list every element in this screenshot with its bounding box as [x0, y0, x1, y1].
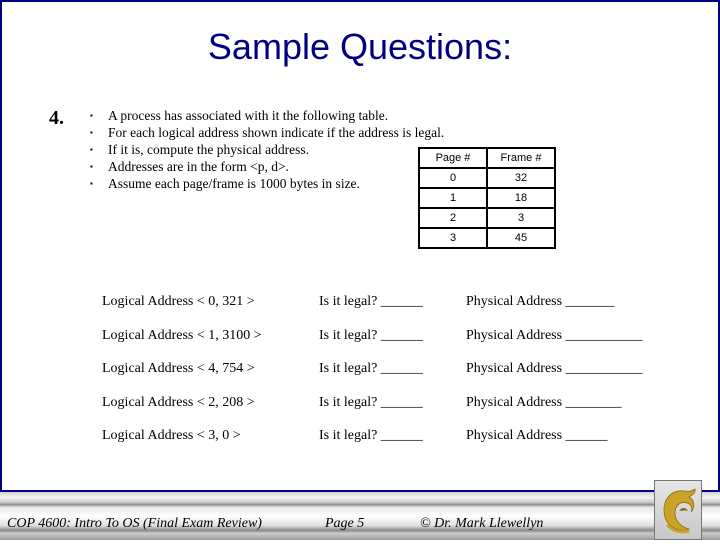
bullet-item: Addresses are in the form <p, d>. [90, 158, 444, 175]
physical-address-blank: Physical Address _______ [466, 294, 615, 309]
bullet-list: A process has associated with it the fol… [90, 107, 444, 192]
footer-course: COP 4600: Intro To OS (Final Exam Review… [7, 516, 262, 531]
header-page: Page # [418, 147, 488, 169]
legal-blank: Is it legal? ______ [319, 294, 423, 309]
header-frame: Frame # [486, 147, 556, 169]
table-row: 2 3 [418, 207, 556, 229]
table-row: 1 18 [418, 187, 556, 209]
logical-address: Logical Address < 4, 754 > [102, 361, 255, 377]
bullet-item: For each logical address shown indicate … [90, 124, 444, 141]
legal-blank: Is it legal? ______ [319, 428, 423, 444]
logical-address: Logical Address < 3, 0 > [102, 428, 241, 444]
logical-address: Logical Address < 0, 321 > [102, 294, 255, 309]
physical-address-blank: Physical Address ___________ [466, 327, 643, 343]
physical-address-blank: Physical Address ___________ [466, 361, 643, 377]
footer-author: © Dr. Mark Llewellyn [420, 516, 544, 531]
page-cell: 1 [418, 187, 488, 209]
bullet-item: If it is, compute the physical address. [90, 141, 444, 158]
page-cell: 0 [418, 167, 488, 189]
legal-blank: Is it legal? ______ [319, 327, 423, 343]
legal-blank: Is it legal? ______ [319, 361, 423, 377]
question-number: 4. [49, 107, 64, 129]
ucf-pegasus-logo-icon [654, 480, 702, 540]
slide-title: Sample Questions: [207, 26, 513, 67]
pegasus-logo-graphic [663, 488, 696, 534]
logical-address: Logical Address < 1, 3100 > [102, 327, 262, 343]
page-cell: 2 [418, 207, 488, 229]
physical-address-blank: Physical Address ______ [466, 428, 608, 444]
table-row: 3 45 [418, 227, 556, 249]
bullet-item: A process has associated with it the fol… [90, 107, 444, 124]
legal-blank: Is it legal? ______ [319, 394, 423, 410]
page-table-header: Page # Frame # [418, 147, 556, 169]
page-table: Page # Frame # 0 32 1 18 2 3 3 45 [418, 147, 556, 249]
frame-cell: 45 [486, 227, 556, 249]
table-row: 0 32 [418, 167, 556, 189]
logical-address: Logical Address < 2, 208 > [102, 394, 255, 410]
bullet-item: Assume each page/frame is 1000 bytes in … [90, 175, 444, 192]
slide-frame [0, 0, 720, 490]
page-cell: 3 [418, 227, 488, 249]
footer-page: Page 5 [325, 516, 365, 531]
frame-cell: 3 [486, 207, 556, 229]
frame-cell: 18 [486, 187, 556, 209]
frame-cell: 32 [486, 167, 556, 189]
physical-address-blank: Physical Address ________ [466, 394, 622, 410]
